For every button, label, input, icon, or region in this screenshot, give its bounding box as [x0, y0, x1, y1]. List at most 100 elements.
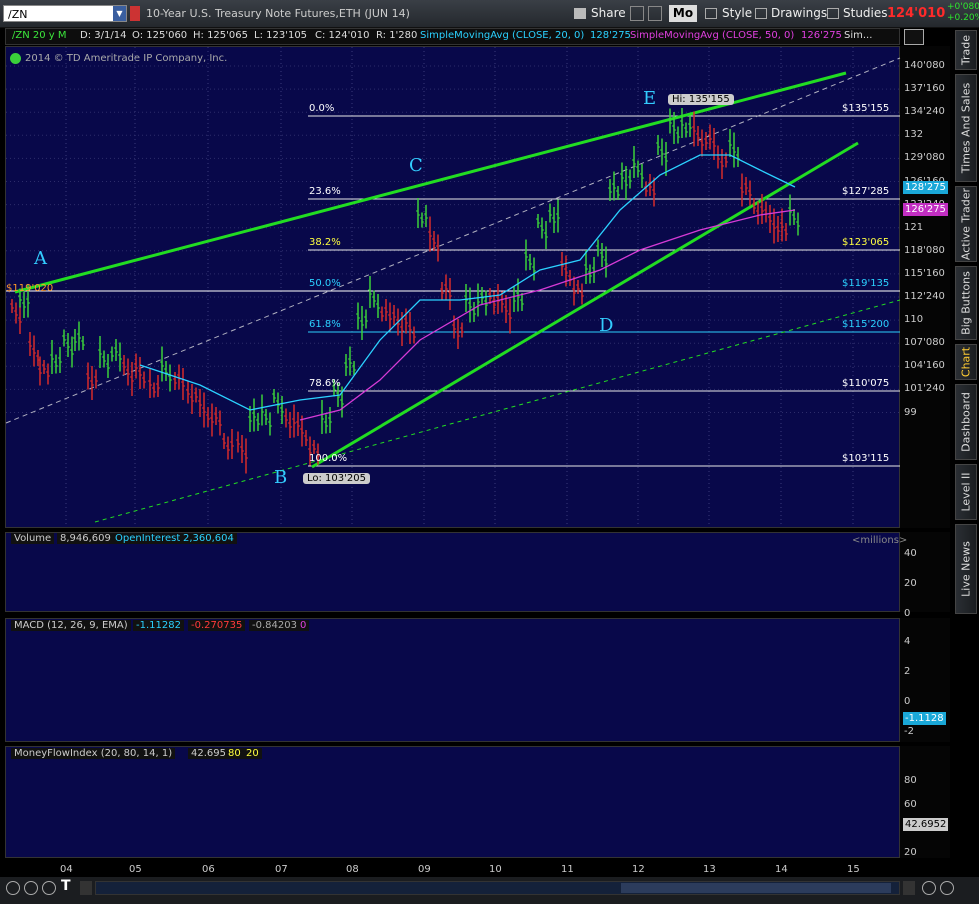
- fib-price: $135'155: [842, 103, 890, 114]
- side-tab-label: Dashboard: [959, 392, 973, 452]
- x-axis-label: 09: [418, 864, 431, 875]
- macd-axis-label: -2: [904, 726, 914, 737]
- zoom-out-icon[interactable]: [6, 881, 20, 895]
- wave-label-b: B: [274, 467, 288, 488]
- x-axis-label: 08: [346, 864, 359, 875]
- x-axis-label: 11: [561, 864, 574, 875]
- left-price-label: $119'020: [6, 283, 54, 294]
- macd-panel[interactable]: [5, 618, 900, 742]
- fib-price: $123'065: [842, 237, 890, 248]
- price-axis-label: 107'080: [904, 337, 945, 349]
- macd-axis-label: 0: [904, 696, 911, 707]
- fib-price: $110'075: [842, 378, 890, 389]
- zoom-in-icon[interactable]: [24, 881, 38, 895]
- price-axis-label: 101'240: [904, 383, 945, 395]
- price-axis-label: 99: [904, 406, 917, 418]
- x-axis-label: 14: [775, 864, 788, 875]
- pan-left-icon[interactable]: [922, 881, 936, 895]
- price-axis-label: 134'240: [904, 106, 945, 118]
- macd-axis-label: 4: [904, 636, 911, 647]
- price-axis-label: 137'160: [904, 83, 945, 95]
- price-axis-label: 129'080: [904, 152, 945, 164]
- x-axis-label: 15: [847, 864, 860, 875]
- side-tab-times-and-sales[interactable]: Times And Sales: [955, 74, 977, 182]
- wave-label-d: D: [599, 315, 614, 336]
- price-axis-label: 115'160: [904, 267, 945, 279]
- bottom-bar: T: [0, 877, 979, 904]
- macd-value-4: 0: [297, 620, 310, 631]
- side-tab-live-news[interactable]: Live News: [955, 524, 977, 614]
- macd-tag: -1.1128: [903, 712, 946, 725]
- x-axis-label: 04: [60, 864, 73, 875]
- fib-percent: 100.0%: [309, 453, 348, 464]
- side-tab-big-buttons[interactable]: Big Buttons: [955, 266, 977, 340]
- wave-label-c: C: [409, 155, 423, 176]
- price-axis-label: 110: [904, 314, 924, 326]
- trendline-upper: [14, 71, 847, 294]
- side-tab-label: Big Buttons: [959, 271, 973, 335]
- side-tab-chart[interactable]: Chart: [955, 344, 977, 380]
- zoom-box-icon[interactable]: [42, 881, 56, 895]
- x-axis-label: 13: [703, 864, 716, 875]
- fib-percent: 61.8%: [309, 319, 341, 330]
- fib-price: $103'115: [842, 453, 890, 464]
- price-axis-label: 121: [904, 221, 924, 233]
- side-tab-label: Chart: [959, 346, 973, 378]
- high-bubble: Hi: 135'155: [668, 94, 734, 105]
- x-axis-label: 12: [632, 864, 645, 875]
- wave-label-e: E: [643, 88, 657, 109]
- text-tool-icon[interactable]: T: [61, 878, 71, 894]
- price-axis-label: 140'080: [904, 60, 945, 71]
- macd-header: MACD (12, 26, 9, EMA) -1.11282 -0.270735…: [5, 619, 325, 635]
- side-tab-label: Times And Sales: [959, 82, 973, 174]
- fib-percent: 78.6%: [309, 378, 341, 389]
- price-axis-label: 132: [904, 129, 924, 141]
- sma50-tag: 126'275: [903, 203, 948, 216]
- fib-price: $119'135: [842, 278, 890, 289]
- sma20-line: [139, 154, 796, 411]
- pan-right-icon[interactable]: [940, 881, 954, 895]
- fib-percent: 38.2%: [309, 237, 341, 248]
- fib-percent: 23.6%: [309, 186, 341, 197]
- side-tab-label: Live News: [959, 541, 973, 597]
- side-tab-level-ii[interactable]: Level II: [955, 464, 977, 520]
- volume-label[interactable]: Volume: [11, 533, 55, 544]
- oi-label[interactable]: OpenInterest: [112, 533, 184, 544]
- horizontal-scrollbar[interactable]: [95, 881, 900, 895]
- macd-value-2: -0.270735: [188, 620, 246, 631]
- side-tab-trade[interactable]: Trade: [955, 30, 977, 70]
- mfi-axis-label: 60: [904, 799, 917, 810]
- mfi-axis-label: 20: [904, 847, 917, 858]
- scrollbar-thumb[interactable]: [621, 883, 891, 893]
- mfi-label[interactable]: MoneyFlowIndex (20, 80, 14, 1): [11, 748, 176, 759]
- side-tab-dashboard[interactable]: Dashboard: [955, 384, 977, 460]
- x-axis-label: 06: [202, 864, 215, 875]
- volume-axis-label: 20: [904, 578, 917, 589]
- scroll-right-icon[interactable]: [903, 881, 915, 895]
- side-tab-active-trader[interactable]: Active Trader: [955, 186, 977, 262]
- side-tab-label: Active Trader: [959, 187, 973, 261]
- volume-value: 8,946,609: [57, 533, 114, 544]
- macd-axis-label: 2: [904, 666, 911, 677]
- side-tab-label: Trade: [959, 34, 973, 66]
- price-axis-label: 112'240: [904, 291, 945, 302]
- fib-percent: 0.0%: [309, 103, 335, 114]
- wave-label-a: A: [34, 248, 47, 269]
- scroll-left-icon[interactable]: [80, 881, 92, 895]
- x-axis-label: 10: [489, 864, 502, 875]
- sma20-tag: 128'275: [903, 181, 948, 194]
- fib-percent: 50.0%: [309, 278, 341, 289]
- mfi-axis-label: 80: [904, 775, 917, 786]
- x-axis-label: 05: [129, 864, 142, 875]
- volume-axis[interactable]: [900, 532, 950, 612]
- price-axis-label: 118'080: [904, 244, 945, 256]
- low-bubble: Lo: 103'205: [303, 473, 370, 484]
- mfi-header: MoneyFlowIndex (20, 80, 14, 1) 42.6952 8…: [5, 747, 275, 763]
- price-axis-label: 104'160: [904, 360, 945, 372]
- mfi-tag: 42.6952: [903, 818, 949, 831]
- macd-label[interactable]: MACD (12, 26, 9, EMA): [11, 620, 131, 631]
- volume-unit: <millions>: [852, 535, 908, 546]
- fib-price: $127'285: [842, 186, 890, 197]
- sma50-line: [299, 209, 796, 421]
- volume-axis-label: 40: [904, 548, 917, 559]
